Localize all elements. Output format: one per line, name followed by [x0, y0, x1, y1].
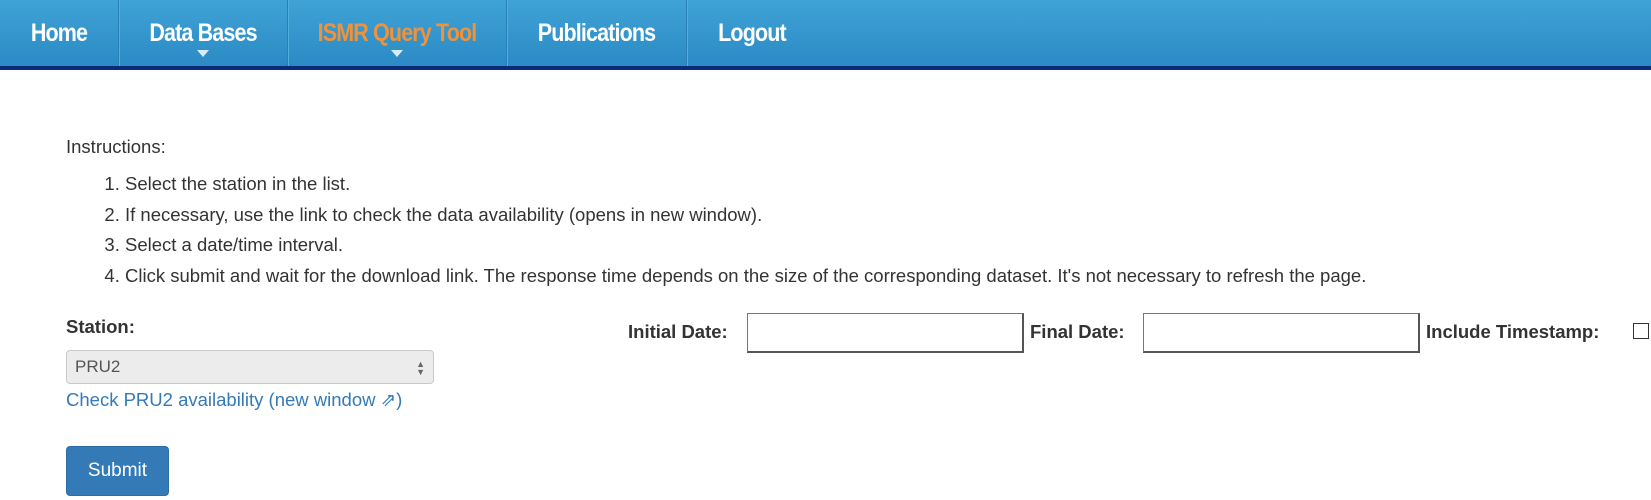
- include-timestamp-label: Include Timestamp:: [1426, 321, 1600, 342]
- select-arrows-icon: ▲ ▼: [416, 359, 425, 377]
- instructions-heading: Instructions:: [66, 136, 166, 157]
- instruction-step: Select the station in the list.: [125, 169, 1366, 200]
- nav-item-logout[interactable]: Logout: [696, 0, 808, 66]
- check-availability-link[interactable]: Check PRU2 availability (new window ⇗): [66, 389, 402, 411]
- include-timestamp-checkbox[interactable]: [1633, 323, 1649, 339]
- nav-item-ismr-query-tool[interactable]: ISMR Query Tool: [303, 0, 490, 66]
- final-date-input[interactable]: [1143, 313, 1420, 353]
- nav-divider: [686, 0, 687, 66]
- nav-item-label: ISMR Query Tool: [317, 18, 478, 47]
- nav-divider: [287, 0, 288, 66]
- nav-item-data-bases[interactable]: Data Bases: [131, 0, 275, 66]
- station-selected-value: PRU2: [75, 357, 121, 376]
- station-select[interactable]: PRU2 ▲ ▼: [66, 350, 434, 384]
- instructions-list: Select the station in the list. If neces…: [66, 169, 1366, 291]
- initial-date-input[interactable]: [747, 313, 1024, 353]
- nav-item-label: Logout: [718, 18, 787, 47]
- nav-item-home[interactable]: Home: [8, 0, 109, 66]
- chevron-down-icon: [390, 50, 404, 57]
- nav-item-label: Home: [30, 18, 88, 47]
- submit-button[interactable]: Submit: [66, 446, 169, 496]
- instruction-step: If necessary, use the link to check the …: [125, 200, 1366, 231]
- instruction-step: Select a date/time interval.: [125, 230, 1366, 261]
- top-navbar: Home Data Bases ISMR Query Tool Publicat…: [0, 0, 1651, 70]
- final-date-label: Final Date:: [1030, 321, 1125, 342]
- initial-date-label: Initial Date:: [628, 321, 728, 342]
- chevron-down-icon: [196, 50, 210, 57]
- station-label: Station:: [66, 316, 135, 337]
- nav-item-label: Publications: [537, 18, 656, 47]
- nav-item-label: Data Bases: [149, 18, 257, 47]
- nav-divider: [118, 0, 119, 66]
- nav-divider: [506, 0, 507, 66]
- nav-item-publications[interactable]: Publications: [520, 0, 674, 66]
- instruction-step: Click submit and wait for the download l…: [125, 261, 1366, 292]
